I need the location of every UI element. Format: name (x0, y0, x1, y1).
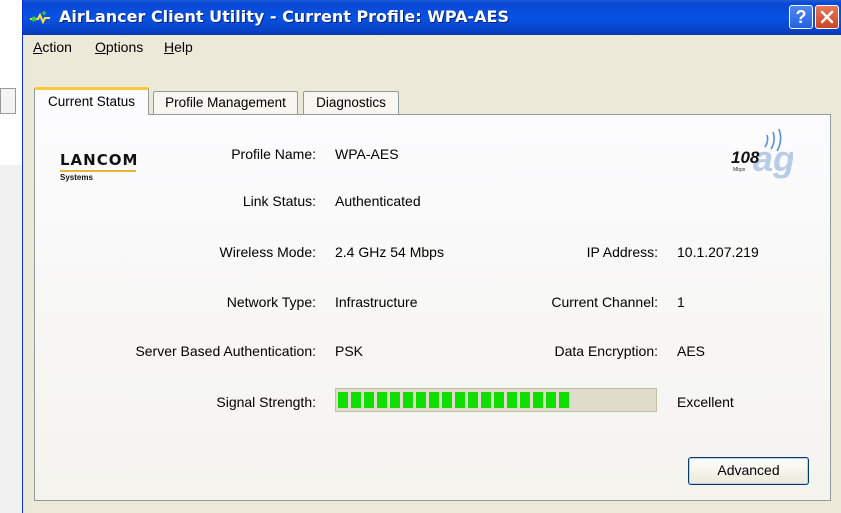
svg-text:108: 108 (731, 148, 760, 167)
signal-segment (546, 392, 556, 408)
signal-strength-bar (335, 388, 657, 412)
data-encryption-value: AES (677, 343, 706, 359)
tab-current-status[interactable]: Current Status (34, 87, 149, 115)
wireless-icon (30, 11, 50, 25)
menu-label: Help (164, 39, 193, 55)
signal-segment (377, 392, 387, 408)
help-button[interactable]: ? (789, 5, 813, 29)
ip-address-value: 10.1.207.219 (677, 244, 759, 260)
advanced-button[interactable]: Advanced (688, 457, 809, 485)
menu-options[interactable]: Options (95, 39, 143, 55)
signal-segment (442, 392, 452, 408)
signal-segment (520, 392, 530, 408)
signal-segment (364, 392, 374, 408)
tab-profile-management[interactable]: Profile Management (153, 91, 298, 114)
signal-segment (559, 392, 569, 408)
status-panel: LANCOM Systems ag 108 Mbps Profile Name:… (34, 114, 831, 501)
wireless-mode-value: 2.4 GHz 54 Mbps (335, 244, 444, 260)
profile-name-value: WPA-AES (335, 146, 399, 162)
signal-strength-fill (338, 392, 569, 408)
current-channel-label: Current Channel: (551, 294, 658, 310)
108ag-badge-icon: ag 108 Mbps (731, 128, 793, 179)
data-encryption-label: Data Encryption: (554, 343, 659, 359)
signal-segment (494, 392, 504, 408)
background-button[interactable] (0, 88, 16, 114)
signal-segment (468, 392, 478, 408)
signal-segment (403, 392, 413, 408)
menu-action[interactable]: Action (33, 39, 72, 55)
close-icon (820, 10, 834, 24)
wireless-mode-label: Wireless Mode: (219, 244, 316, 260)
current-channel-value: 1 (677, 294, 685, 310)
server-auth-label: Server Based Authentication: (135, 343, 316, 359)
app-window: AirLancer Client Utility - Current Profi… (22, 0, 841, 513)
signal-segment (416, 392, 426, 408)
signal-strength-value: Excellent (677, 394, 734, 410)
signal-segment (533, 392, 543, 408)
close-button[interactable] (815, 5, 839, 29)
ip-address-label: IP Address: (586, 244, 658, 260)
network-type-label: Network Type: (226, 294, 316, 310)
link-status-label: Link Status: (242, 193, 316, 209)
tab-diagnostics[interactable]: Diagnostics (303, 91, 399, 114)
signal-segment (338, 392, 348, 408)
profile-name-label: Profile Name: (231, 146, 316, 162)
server-auth-value: PSK (335, 343, 364, 359)
link-status-value: Authenticated (335, 193, 421, 209)
network-type-value: Infrastructure (335, 294, 418, 310)
signal-segment (351, 392, 361, 408)
title-bar[interactable]: AirLancer Client Utility - Current Profi… (23, 0, 841, 35)
lancom-logo: LANCOM Systems (60, 151, 139, 182)
signal-segment (481, 392, 491, 408)
menu-label: Options (95, 39, 144, 55)
signal-segment (429, 392, 439, 408)
menu-help[interactable]: Help (164, 39, 193, 55)
signal-segment (390, 392, 400, 408)
menu-bar: Action Options Help (23, 35, 841, 58)
signal-strength-label: Signal Strength: (216, 394, 316, 410)
menu-label: Action (33, 39, 72, 55)
svg-text:Mbps: Mbps (733, 167, 746, 173)
signal-segment (455, 392, 465, 408)
signal-segment (507, 392, 517, 408)
window-title: AirLancer Client Utility - Current Profi… (59, 7, 509, 26)
